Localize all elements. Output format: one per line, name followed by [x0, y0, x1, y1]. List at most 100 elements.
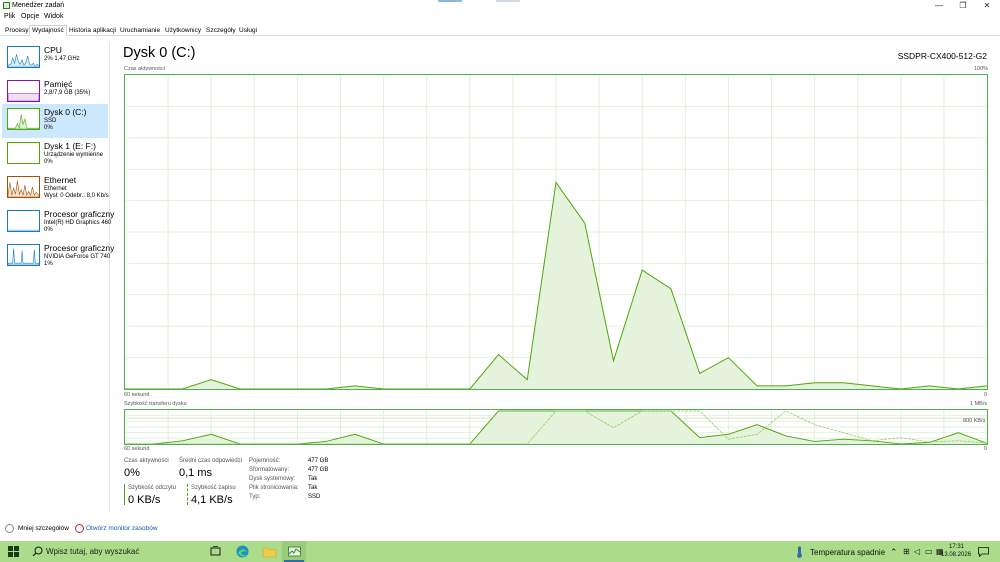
sidebar-item-gpu-1[interactable]: Procesor graficzny NVIDIA GeForce GT 740…: [2, 240, 114, 274]
minimize-button[interactable]: —: [928, 0, 950, 12]
sidebar-sub-2: 1%: [44, 261, 53, 267]
sidebar-label: CPU: [44, 45, 62, 55]
task-manager-app-icon: [3, 2, 10, 9]
notifications-icon[interactable]: [978, 547, 989, 557]
tab-app-history[interactable]: Historia aplikacji: [66, 25, 119, 36]
tab-startup[interactable]: Uruchamianie: [117, 25, 163, 36]
speaker-icon[interactable]: ◁: [914, 547, 920, 556]
sidebar-sub: Ethernet: [44, 186, 67, 192]
clock-time[interactable]: 17:31: [949, 544, 964, 550]
clock-date[interactable]: 13.08.2026: [941, 552, 971, 558]
disk1-thumbnail: [7, 142, 40, 164]
edge-icon[interactable]: [235, 544, 250, 559]
menu-bar: Plik Opcje Widok: [0, 12, 1000, 23]
title-bar: Menedżer zadań — ❐ ✕: [0, 0, 1000, 12]
sidebar-item-disk-0[interactable]: Dysk 0 (C:) SSD 0%: [2, 104, 108, 138]
tab-details[interactable]: Szczegóły: [203, 25, 239, 36]
sidebar-item-gpu-0[interactable]: Procesor graficzny Intel(R) HD Graphics …: [2, 206, 114, 240]
prop-value: 477 GB: [308, 458, 329, 464]
task-view-icon[interactable]: [208, 544, 223, 559]
menu-file[interactable]: Plik: [4, 13, 15, 20]
sidebar-sub: NVIDIA GeForce GT 740: [44, 254, 111, 260]
sidebar-sub: 2,8/7,9 GB (35%): [44, 90, 91, 96]
tab-strip: Procesy Wydajność Historia aplikacji Uru…: [0, 24, 1000, 36]
file-explorer-icon[interactable]: [262, 544, 277, 559]
resource-sidebar: CPU 2% 1,47 GHz Pamięć 2,8/7,9 GB (35%) …: [0, 42, 114, 512]
chart2-x-label: 60 sekund: [124, 446, 150, 452]
transfer-label: Szybkość transferu dysku: [124, 401, 187, 407]
task-manager-icon[interactable]: [287, 544, 302, 559]
read-speed-value: 0 KB/s: [128, 494, 161, 506]
sidebar-sub-2: 0%: [44, 227, 53, 233]
windows-start-icon[interactable]: [8, 546, 19, 557]
memory-thumbnail: [7, 80, 40, 102]
cpu-thumbnail: [7, 46, 40, 68]
window-title: Menedżer zadań: [12, 2, 65, 9]
taskbar-search[interactable]: Wpisz tutaj, aby wyszukać: [28, 541, 198, 562]
sidebar-sub: Urządzenie wymienne: [44, 152, 104, 158]
tab-processes[interactable]: Procesy: [2, 25, 31, 36]
sidebar-sub-2: Wysł: 0 Odebr.: 8,0 Kb/s: [44, 193, 109, 199]
gpu0-thumbnail: [7, 210, 40, 232]
active-time-label: Czas aktywności: [124, 66, 165, 72]
sidebar-label: Dysk 1 (E: F:): [44, 141, 96, 151]
avg-response-value: 0,1 ms: [179, 467, 213, 479]
read-speed-label: Szybkość odczytu: [128, 485, 177, 491]
sidebar-item-ethernet[interactable]: Ethernet Ethernet Wysł: 0 Odebr.: 8,0 Kb…: [2, 172, 109, 206]
sidebar-label: Procesor graficzny: [44, 209, 115, 219]
chart1-zero-label: 0: [984, 392, 988, 398]
ethernet-thumbnail: [7, 176, 40, 198]
sidebar-sub-2: 0%: [44, 159, 53, 165]
prop-key: Sformatowany:: [249, 467, 290, 473]
chevron-up-icon[interactable]: ⌃: [890, 547, 898, 558]
active-time-max-label: 100%: [974, 66, 989, 72]
network-icon[interactable]: ⊞: [903, 547, 910, 556]
write-speed-label: Szybkość zapisu: [191, 485, 236, 491]
sidebar-label: Procesor graficzny: [44, 243, 115, 253]
prop-value: Tak: [308, 485, 318, 491]
tab-performance[interactable]: Wydajność: [29, 25, 67, 36]
sidebar-item-cpu[interactable]: CPU 2% 1,47 GHz: [2, 42, 108, 76]
disk0-thumbnail: [7, 108, 40, 130]
chart2-zero-label: 0: [984, 446, 988, 452]
title-accent: [438, 0, 462, 2]
read-speed-bar: [124, 484, 125, 505]
active-time-stat-value: 0%: [124, 467, 140, 479]
weather-text[interactable]: Temperatura spadnie: [810, 548, 885, 557]
input-icon[interactable]: ▭: [925, 547, 933, 556]
sidebar-sub: 2% 1,47 GHz: [44, 56, 80, 62]
sidebar-item-disk-1[interactable]: Dysk 1 (E: F:) Urządzenie wymienne 0%: [2, 138, 108, 172]
prop-value: 477 GB: [308, 467, 329, 473]
write-speed-value: 4,1 KB/s: [191, 494, 233, 506]
prop-value: Tak: [308, 476, 318, 482]
transfer-mid-label: 800 KB/s: [963, 418, 986, 424]
resource-monitor-link[interactable]: Otwórz monitor zasobów: [86, 525, 158, 532]
tab-users[interactable]: Użytkownicy: [162, 25, 204, 36]
sidebar-sub: SSD: [44, 118, 57, 124]
close-button[interactable]: ✕: [976, 0, 998, 12]
write-speed-bar: [187, 484, 188, 505]
prop-key: Dysk systemowy:: [249, 476, 296, 482]
sidebar-sub: Intel(R) HD Graphics 460: [44, 220, 112, 226]
taskbar: Wpisz tutaj, aby wyszukać Temperatura sp…: [0, 541, 1000, 562]
transfer-chart-svg: [125, 410, 987, 444]
menu-view[interactable]: Widok: [44, 13, 63, 20]
chart1-x-label: 60 sekund: [124, 392, 150, 398]
chevron-up-icon[interactable]: [5, 524, 14, 533]
active-time-stat-label: Czas aktywności: [124, 458, 169, 464]
prop-key: Pojemność:: [249, 458, 281, 464]
thermometer-icon: [797, 546, 802, 558]
less-details-link[interactable]: Mniej szczegółów: [18, 525, 69, 532]
menu-options[interactable]: Opcje: [21, 13, 39, 20]
search-placeholder: Wpisz tutaj, aby wyszukać: [46, 547, 140, 556]
sidebar-sub-2: 0%: [44, 125, 53, 131]
title-accent-2: [496, 0, 520, 2]
tab-services[interactable]: Usługi: [236, 25, 260, 36]
transfer-max-label: 1 MB/s: [970, 401, 988, 407]
transfer-chart: [124, 409, 988, 445]
sidebar-label: Dysk 0 (C:): [44, 107, 87, 117]
restore-button[interactable]: ❐: [952, 0, 974, 12]
resource-monitor-icon: [75, 524, 84, 533]
disk-model: SSDPR-CX400-512-G2: [897, 51, 987, 61]
active-time-chart: [124, 74, 988, 390]
